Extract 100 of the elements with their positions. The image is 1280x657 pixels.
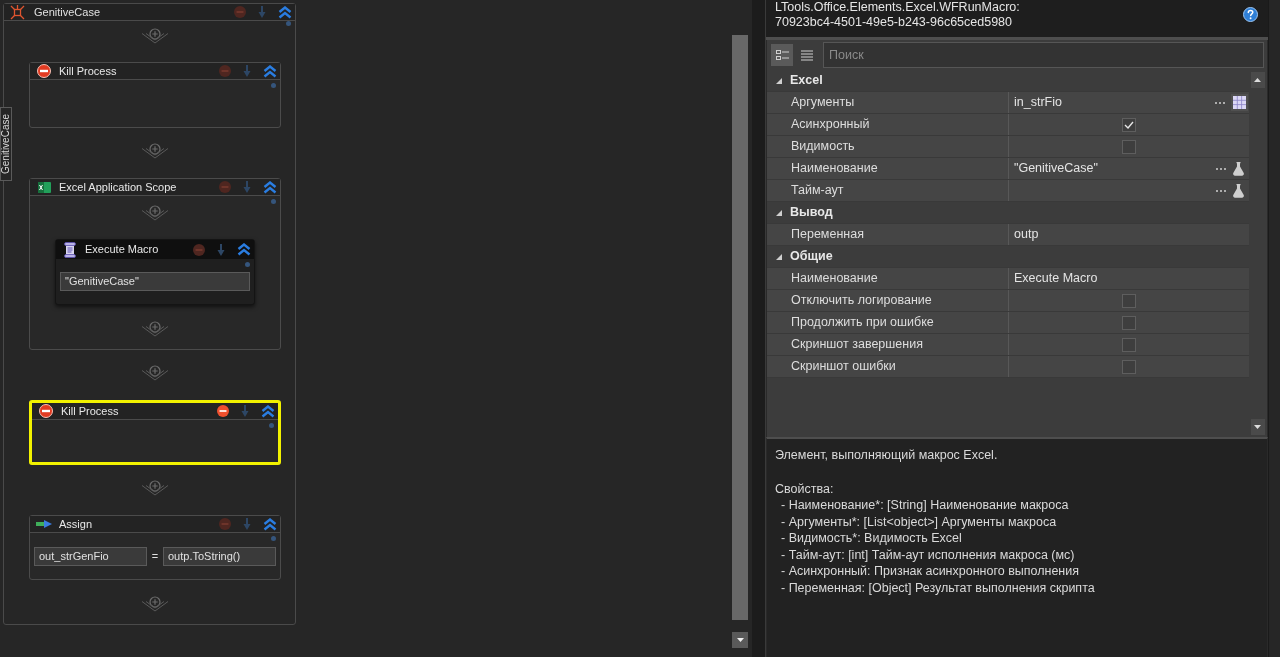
scrollbar-thumb[interactable]: [732, 35, 748, 620]
double-chevron-up-icon[interactable]: [237, 243, 251, 256]
property-name: Продолжить при ошибке: [791, 314, 934, 332]
checkbox[interactable]: [1122, 315, 1136, 330]
double-chevron-up-icon[interactable]: [263, 64, 277, 78]
arrow-icon: [36, 520, 52, 528]
add-connector-icon[interactable]: [141, 365, 169, 381]
double-chevron-up-icon[interactable]: [263, 517, 277, 531]
property-help-line: - Асинхронный: Признак асинхронного выполнения: [780, 563, 1079, 580]
scroll-down-button[interactable]: [1250, 419, 1265, 435]
minus-circle-icon: [39, 404, 53, 418]
property-help-line: - Видимость*: Видимость Excel: [780, 530, 962, 547]
stop-sign-icon[interactable]: [217, 405, 229, 417]
property-row[interactable]: Тайм-аут: [767, 180, 1249, 202]
activity-title: Assign: [59, 516, 93, 532]
expression-field[interactable]: out_strGenFio: [34, 547, 147, 566]
checkbox[interactable]: [1122, 293, 1136, 308]
network-icon: [10, 4, 25, 20]
activity-card[interactable]: Assign out_strGenFio = outp.ToString(): [29, 515, 281, 580]
property-row[interactable]: Переменная outp: [767, 224, 1249, 246]
add-connector-icon[interactable]: [141, 143, 169, 159]
property-name: Скриншот ошибки: [791, 358, 896, 376]
ellipsis-icon: [1216, 167, 1226, 170]
element-type-title: LTools.Office.Elements.Excel.WFRunMacro:: [775, 0, 1020, 15]
property-name: Скриншот завершения: [791, 336, 923, 354]
dot-icon: [271, 536, 276, 541]
list-icon: [801, 49, 813, 61]
activity-title: Kill Process: [59, 63, 117, 79]
activity-title: Execute Macro: [85, 242, 159, 258]
dot-icon: [271, 83, 276, 88]
side-tab[interactable]: GenitiveCase: [0, 107, 12, 181]
add-connector-icon[interactable]: [141, 480, 169, 496]
down-triangle-icon: [736, 638, 744, 642]
dot-icon: [286, 21, 291, 26]
down-triangle-icon: [1254, 425, 1261, 429]
property-row[interactable]: Наименование Execute Macro: [767, 268, 1249, 290]
activity-card[interactable]: Excel Application Scope Execute Macro "GenitiveCase": [29, 178, 281, 350]
property-row[interactable]: Наименование "GenitiveCase": [767, 158, 1249, 180]
checkbox[interactable]: [1122, 139, 1136, 154]
double-chevron-up-icon[interactable]: [261, 404, 275, 418]
search-field[interactable]: Поиск: [823, 42, 1264, 68]
property-value-field[interactable]: in_strFio: [1009, 92, 1249, 113]
checkbox[interactable]: [1122, 359, 1136, 374]
minus-circle-icon: [37, 64, 51, 78]
property-value-field[interactable]: "GenitiveCase": [1009, 158, 1249, 179]
properties-heading: Свойства:: [775, 480, 834, 497]
activity-title: Kill Process: [61, 403, 119, 419]
flask-icon[interactable]: [1233, 161, 1244, 176]
activity-card[interactable]: Execute Macro "GenitiveCase": [55, 239, 255, 305]
property-name: Наименование: [791, 160, 878, 178]
property-name: Аргументы: [791, 94, 855, 112]
down-arrow-icon[interactable]: [243, 65, 251, 77]
double-chevron-up-icon[interactable]: [263, 180, 277, 194]
down-arrow-icon[interactable]: [241, 405, 249, 417]
property-help-line: - Переменная: [Object] Результат выполнения скрипта: [780, 579, 1095, 596]
add-connector-icon[interactable]: [141, 596, 169, 612]
check-icon: [1124, 120, 1134, 129]
property-value-field[interactable]: outp: [1009, 224, 1249, 245]
double-chevron-up-icon[interactable]: [278, 5, 292, 19]
expression-field[interactable]: "GenitiveCase": [60, 272, 250, 291]
property-row[interactable]: Видимость: [767, 136, 1249, 158]
checkbox[interactable]: [1122, 337, 1136, 352]
property-name: Тайм-аут: [791, 182, 844, 200]
property-help-line: - Аргументы*: [List<object>] Аргументы макроса: [780, 513, 1057, 530]
description-text: Элемент, выполняющий макрос Excel.: [775, 447, 998, 464]
property-row[interactable]: Скриншот завершения: [767, 334, 1249, 356]
property-name: Переменная: [791, 226, 864, 244]
checkbox[interactable]: [1122, 117, 1136, 132]
add-connector-icon[interactable]: [141, 28, 169, 44]
add-connector-icon[interactable]: [141, 205, 169, 221]
down-arrow-icon[interactable]: [243, 181, 251, 193]
flask-icon[interactable]: [1233, 183, 1244, 198]
dot-icon: [245, 262, 250, 267]
up-triangle-icon: [1254, 78, 1261, 82]
property-name: Видимость: [791, 138, 855, 156]
expression-field[interactable]: outp.ToString(): [163, 547, 276, 566]
add-connector-icon[interactable]: [141, 321, 169, 337]
table-button[interactable]: [1231, 94, 1248, 111]
activity-card[interactable]: Kill Process: [29, 62, 281, 128]
view-mode-button[interactable]: [771, 44, 793, 66]
dot-icon: [269, 423, 274, 428]
property-row[interactable]: Отключить логирование: [767, 290, 1249, 312]
property-name: Наименование: [791, 270, 878, 288]
scroll-down-button[interactable]: [732, 632, 748, 648]
spreadsheet-icon: [37, 181, 51, 193]
categorized-icon: [775, 49, 789, 61]
sequence-title: GenitiveCase: [34, 4, 101, 20]
property-row[interactable]: Скриншот ошибки: [767, 356, 1249, 378]
activity-card[interactable]: Kill Process: [29, 400, 281, 465]
property-value-field[interactable]: Execute Macro: [1009, 268, 1249, 289]
property-row[interactable]: Аргументы in_strFio: [767, 92, 1249, 114]
down-arrow-icon[interactable]: [217, 243, 225, 256]
property-row[interactable]: Продолжить при ошибке: [767, 312, 1249, 334]
down-arrow-icon[interactable]: [243, 518, 251, 530]
ellipsis-icon: [1215, 101, 1225, 104]
down-arrow-icon[interactable]: [258, 6, 266, 18]
property-row[interactable]: Асинхронный: [767, 114, 1249, 136]
scroll-up-button[interactable]: [1250, 72, 1265, 88]
activity-title: Excel Application Scope: [59, 179, 177, 195]
help-icon[interactable]: [1243, 7, 1258, 22]
